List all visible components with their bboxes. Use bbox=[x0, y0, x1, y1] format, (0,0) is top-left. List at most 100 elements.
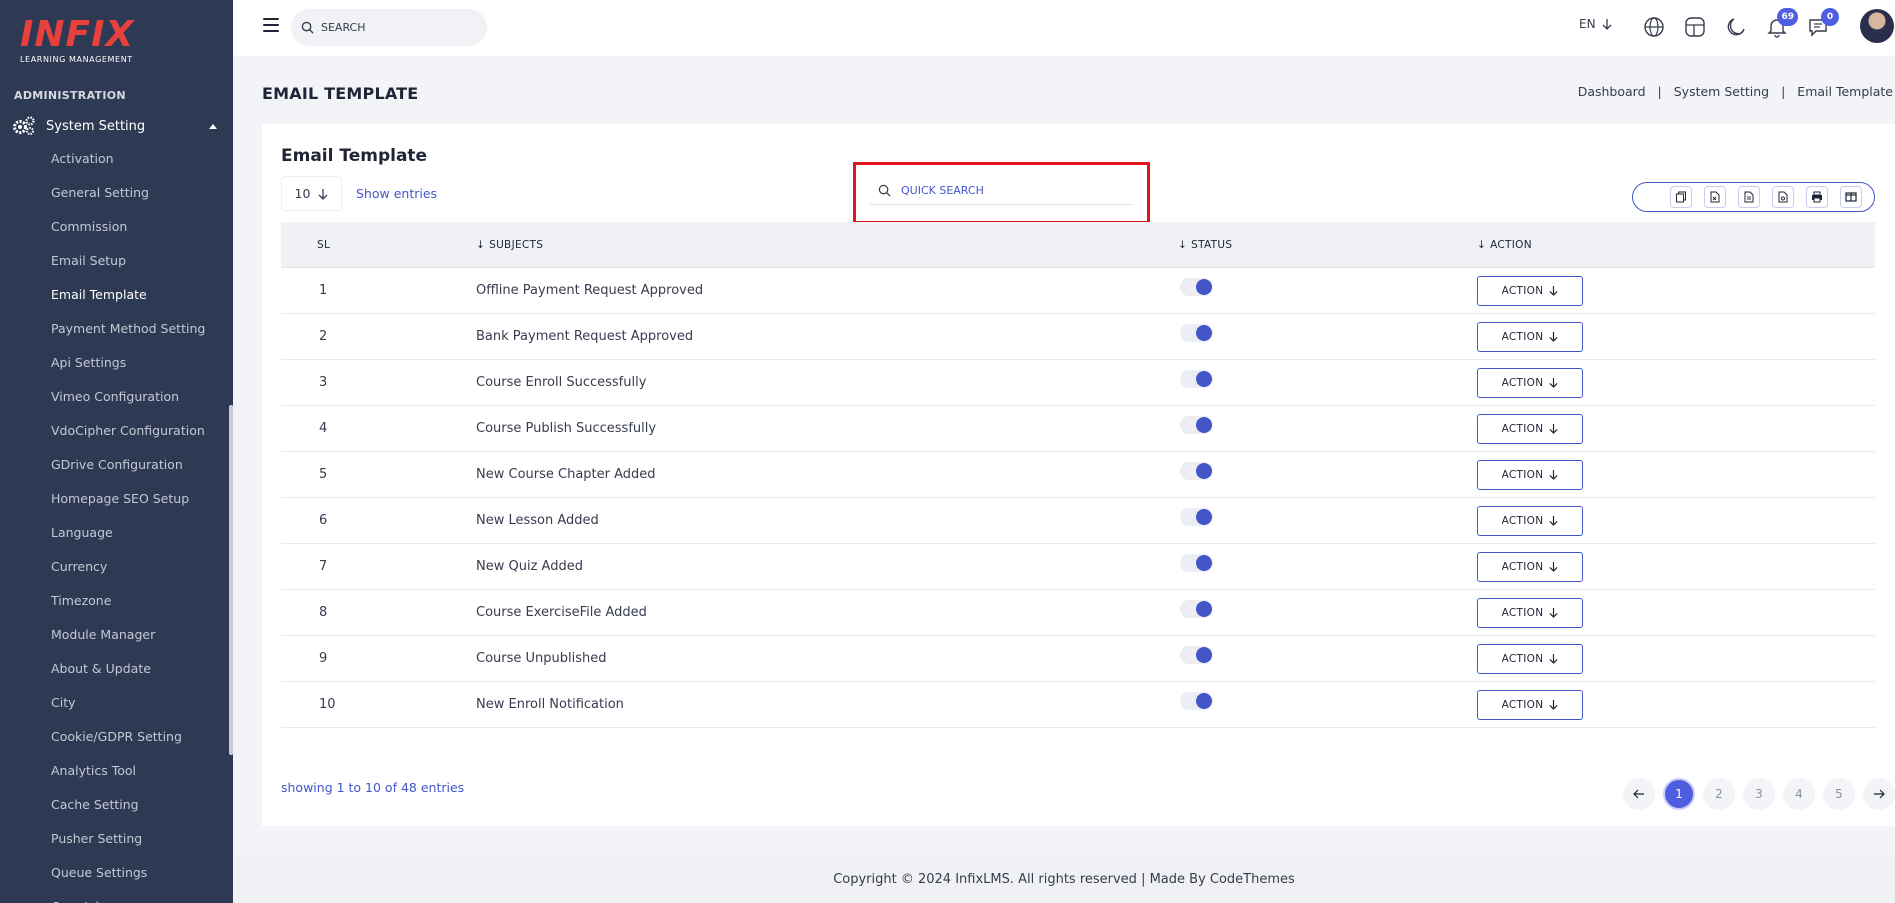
sidebar-item-general-setting[interactable]: General Setting bbox=[51, 182, 205, 216]
pagination: 12345 bbox=[1623, 778, 1895, 810]
action-dropdown-button[interactable]: ACTION bbox=[1477, 275, 1583, 306]
sidebar-item-vimeo-configuration[interactable]: Vimeo Configuration bbox=[51, 386, 205, 420]
messages-button[interactable]: 0 bbox=[1807, 8, 1839, 38]
page-button-2[interactable]: 2 bbox=[1703, 778, 1735, 810]
table-row: 5 New Course Chapter Added ACTION bbox=[281, 452, 1875, 498]
page-button-4[interactable]: 4 bbox=[1783, 778, 1815, 810]
status-toggle[interactable] bbox=[1180, 415, 1213, 434]
sidebar-item-cache-setting[interactable]: Cache Setting bbox=[51, 794, 205, 828]
copy-button[interactable] bbox=[1670, 186, 1692, 208]
toggle-knob bbox=[1196, 416, 1212, 433]
sidebar-item-homepage-seo-setup[interactable]: Homepage SEO Setup bbox=[51, 488, 205, 522]
sidebar-item-api-settings[interactable]: Api Settings bbox=[51, 352, 205, 386]
global-search[interactable] bbox=[291, 9, 487, 46]
sidebar-item-email-setup[interactable]: Email Setup bbox=[51, 250, 205, 284]
status-toggle[interactable] bbox=[1180, 645, 1213, 664]
pdf-export-button[interactable] bbox=[1772, 186, 1794, 208]
row-action: ACTION bbox=[1477, 413, 1875, 444]
sidebar-item-cookie-gdpr-setting[interactable]: Cookie/GDPR Setting bbox=[51, 726, 205, 760]
action-dropdown-button[interactable]: ACTION bbox=[1477, 551, 1583, 582]
sidebar-item-currency[interactable]: Currency bbox=[51, 556, 205, 590]
language-select[interactable]: EN bbox=[1579, 17, 1612, 31]
sidebar-item-cron-job[interactable]: Cron Job bbox=[51, 896, 205, 903]
row-status bbox=[1178, 369, 1477, 388]
status-toggle[interactable] bbox=[1180, 323, 1213, 342]
page-button-5[interactable]: 5 bbox=[1823, 778, 1855, 810]
sidebar-item-module-manager[interactable]: Module Manager bbox=[51, 624, 205, 658]
quick-search-input[interactable] bbox=[901, 184, 1101, 197]
notifications-button[interactable]: 69 bbox=[1766, 8, 1798, 38]
global-search-input[interactable] bbox=[321, 21, 471, 34]
column-header-subjects[interactable]: ↓ SUBJECTS bbox=[476, 239, 1178, 251]
caret-up-icon bbox=[209, 123, 217, 129]
toggle-knob bbox=[1196, 600, 1212, 617]
row-action: ACTION bbox=[1477, 551, 1875, 582]
sidebar-item-commission[interactable]: Commission bbox=[51, 216, 205, 250]
quick-search[interactable] bbox=[870, 177, 1133, 205]
show-entries-label: Show entries bbox=[356, 186, 438, 201]
row-subject: New Quiz Added bbox=[476, 559, 583, 574]
app-logo[interactable]: INFIX LEARNING MANAGEMENT bbox=[20, 16, 140, 66]
status-toggle[interactable] bbox=[1180, 599, 1213, 618]
sidebar-item-city[interactable]: City bbox=[51, 692, 205, 726]
excel-export-button[interactable] bbox=[1704, 186, 1726, 208]
action-dropdown-button[interactable]: ACTION bbox=[1477, 505, 1583, 536]
csv-export-button[interactable] bbox=[1738, 186, 1760, 208]
column-visibility-button[interactable] bbox=[1840, 186, 1862, 208]
table-row: 4 Course Publish Successfully ACTION bbox=[281, 406, 1875, 452]
prev-page-button[interactable] bbox=[1623, 778, 1655, 810]
sidebar-item-pusher-setting[interactable]: Pusher Setting bbox=[51, 828, 205, 862]
entries-per-page-select[interactable]: 10 bbox=[281, 176, 342, 211]
sidebar-item-timezone[interactable]: Timezone bbox=[51, 590, 205, 624]
sidebar-item-vdocipher-configuration[interactable]: VdoCipher Configuration bbox=[51, 420, 205, 454]
table-header: SL ↓ SUBJECTS ↓ STATUS ↓ ACTION bbox=[281, 222, 1875, 268]
sidebar-item-analytics-tool[interactable]: Analytics Tool bbox=[51, 760, 205, 794]
column-header-sl[interactable]: SL bbox=[281, 239, 476, 251]
sidebar-item-gdrive-configuration[interactable]: GDrive Configuration bbox=[51, 454, 205, 488]
breadcrumb-system-setting[interactable]: System Setting bbox=[1674, 84, 1769, 99]
table-row: 9 Course Unpublished ACTION bbox=[281, 636, 1875, 682]
action-dropdown-button[interactable]: ACTION bbox=[1477, 459, 1583, 490]
page-button-3[interactable]: 3 bbox=[1743, 778, 1775, 810]
status-toggle[interactable] bbox=[1180, 553, 1213, 572]
row-subject: New Course Chapter Added bbox=[476, 467, 656, 482]
page-button-1[interactable]: 1 bbox=[1663, 778, 1695, 810]
arrow-down-icon bbox=[1549, 608, 1558, 618]
sidebar-scrollbar[interactable] bbox=[229, 405, 233, 755]
user-avatar[interactable] bbox=[1860, 9, 1894, 43]
action-button-label: ACTION bbox=[1501, 606, 1544, 619]
column-header-action[interactable]: ↓ ACTION bbox=[1477, 239, 1875, 251]
globe-icon[interactable] bbox=[1643, 16, 1665, 38]
gears-icon bbox=[13, 116, 35, 135]
action-dropdown-button[interactable]: ACTION bbox=[1477, 367, 1583, 398]
sidebar-item-email-template[interactable]: Email Template bbox=[51, 284, 205, 318]
status-toggle[interactable] bbox=[1180, 369, 1213, 388]
sidebar-item-queue-settings[interactable]: Queue Settings bbox=[51, 862, 205, 896]
copy-icon bbox=[1676, 191, 1686, 203]
moon-icon[interactable] bbox=[1725, 16, 1747, 38]
status-toggle[interactable] bbox=[1180, 691, 1213, 710]
layout-icon[interactable] bbox=[1684, 16, 1706, 38]
column-header-status[interactable]: ↓ STATUS bbox=[1178, 239, 1477, 251]
print-button[interactable] bbox=[1806, 186, 1828, 208]
action-dropdown-button[interactable]: ACTION bbox=[1477, 643, 1583, 674]
status-toggle[interactable] bbox=[1180, 507, 1213, 526]
sidebar-item-about-update[interactable]: About & Update bbox=[51, 658, 205, 692]
action-dropdown-button[interactable]: ACTION bbox=[1477, 597, 1583, 628]
hamburger-menu-icon[interactable] bbox=[263, 18, 279, 32]
row-sl: 9 bbox=[319, 651, 328, 666]
action-button-label: ACTION bbox=[1501, 560, 1544, 573]
status-toggle[interactable] bbox=[1180, 277, 1213, 296]
next-page-button[interactable] bbox=[1863, 778, 1895, 810]
sidebar-item-language[interactable]: Language bbox=[51, 522, 205, 556]
sidebar-item-payment-method-setting[interactable]: Payment Method Setting bbox=[51, 318, 205, 352]
table-row: 7 New Quiz Added ACTION bbox=[281, 544, 1875, 590]
messages-badge: 0 bbox=[1821, 8, 1839, 26]
action-dropdown-button[interactable]: ACTION bbox=[1477, 689, 1583, 720]
action-dropdown-button[interactable]: ACTION bbox=[1477, 413, 1583, 444]
action-dropdown-button[interactable]: ACTION bbox=[1477, 321, 1583, 352]
sidebar-item-activation[interactable]: Activation bbox=[51, 148, 205, 182]
status-toggle[interactable] bbox=[1180, 461, 1213, 480]
breadcrumb-dashboard[interactable]: Dashboard bbox=[1578, 84, 1646, 99]
sidebar-group-system-setting[interactable]: System Setting bbox=[12, 114, 217, 138]
